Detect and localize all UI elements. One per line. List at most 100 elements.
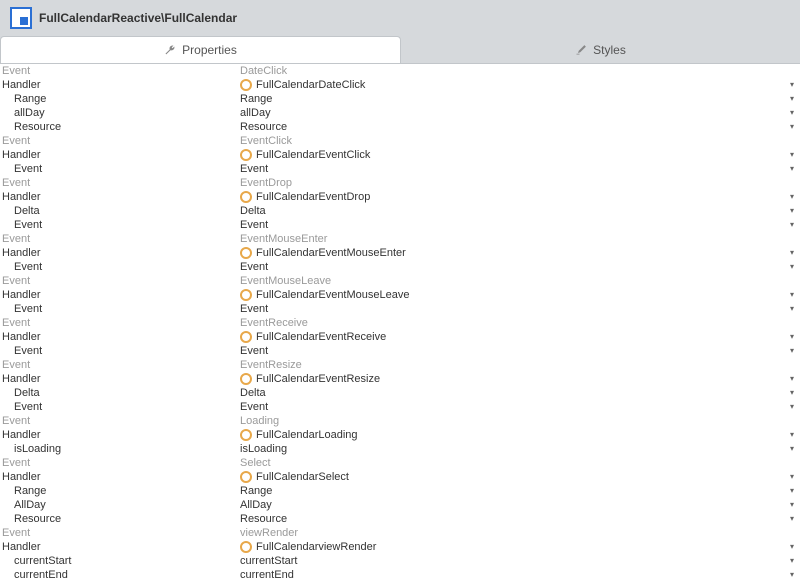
property-value[interactable]: EventClick [240,134,784,148]
property-row[interactable]: RangeRange▾ [0,484,800,498]
property-row[interactable]: HandlerFullCalendarviewRender▾ [0,540,800,554]
property-row[interactable]: EventEventMouseEnter [0,232,800,246]
property-value[interactable]: EventReceive [240,316,784,330]
property-row[interactable]: EventEvent▾ [0,302,800,316]
chevron-down-icon[interactable]: ▾ [784,512,800,526]
chevron-down-icon[interactable]: ▾ [784,78,800,92]
property-row[interactable]: EventSelect [0,456,800,470]
property-value[interactable]: EventMouseLeave [240,274,784,288]
chevron-down-icon[interactable]: ▾ [784,498,800,512]
chevron-down-icon[interactable]: ▾ [784,386,800,400]
property-row[interactable]: currentEndcurrentEnd▾ [0,568,800,582]
chevron-down-icon[interactable]: ▾ [784,540,800,554]
chevron-down-icon[interactable]: ▾ [784,330,800,344]
property-row[interactable]: EventEventResize [0,358,800,372]
property-row[interactable]: EventviewRender [0,526,800,540]
property-value[interactable]: FullCalendarEventResize [240,372,784,386]
property-row[interactable]: DeltaDelta▾ [0,204,800,218]
property-value[interactable]: EventDrop [240,176,784,190]
property-value[interactable]: currentEnd [240,568,784,582]
chevron-down-icon[interactable]: ▾ [784,92,800,106]
property-row[interactable]: AllDayAllDay▾ [0,498,800,512]
property-value[interactable]: EventResize [240,358,784,372]
property-value[interactable]: allDay [240,106,784,120]
property-value[interactable]: Event [240,400,784,414]
chevron-down-icon[interactable]: ▾ [784,218,800,232]
chevron-down-icon[interactable]: ▾ [784,470,800,484]
property-value[interactable]: Event [240,344,784,358]
property-value[interactable]: viewRender [240,526,784,540]
property-row[interactable]: EventEvent▾ [0,218,800,232]
chevron-down-icon[interactable]: ▾ [784,190,800,204]
chevron-down-icon[interactable]: ▾ [784,568,800,582]
chevron-down-icon[interactable]: ▾ [784,554,800,568]
property-row[interactable]: HandlerFullCalendarDateClick▾ [0,78,800,92]
chevron-down-icon[interactable]: ▾ [784,260,800,274]
chevron-down-icon[interactable]: ▾ [784,288,800,302]
property-value[interactable]: AllDay [240,498,784,512]
tab-styles[interactable]: Styles [401,36,800,63]
property-value[interactable]: Resource [240,512,784,526]
property-row[interactable]: allDayallDay▾ [0,106,800,120]
property-row[interactable]: currentStartcurrentStart▾ [0,554,800,568]
property-row[interactable]: HandlerFullCalendarEventMouseEnter▾ [0,246,800,260]
property-value[interactable]: FullCalendarviewRender [240,540,784,554]
property-row[interactable]: EventEvent▾ [0,260,800,274]
chevron-down-icon[interactable]: ▾ [784,106,800,120]
property-value[interactable]: Event [240,218,784,232]
property-row[interactable]: EventEventMouseLeave [0,274,800,288]
chevron-down-icon[interactable]: ▾ [784,400,800,414]
property-value[interactable]: FullCalendarLoading [240,428,784,442]
property-row[interactable]: HandlerFullCalendarEventDrop▾ [0,190,800,204]
chevron-down-icon[interactable]: ▾ [784,428,800,442]
property-row[interactable]: EventEvent▾ [0,400,800,414]
property-row[interactable]: ResourceResource▾ [0,512,800,526]
property-value[interactable]: FullCalendarEventMouseLeave [240,288,784,302]
property-row[interactable]: HandlerFullCalendarSelect▾ [0,470,800,484]
chevron-down-icon[interactable]: ▾ [784,442,800,456]
property-value[interactable]: FullCalendarEventMouseEnter [240,246,784,260]
property-value[interactable]: currentStart [240,554,784,568]
chevron-down-icon[interactable]: ▾ [784,484,800,498]
property-value[interactable]: Range [240,92,784,106]
property-row[interactable]: HandlerFullCalendarLoading▾ [0,428,800,442]
property-row[interactable]: ResourceResource▾ [0,120,800,134]
property-row[interactable]: EventEvent▾ [0,344,800,358]
property-value[interactable]: FullCalendarEventClick [240,148,784,162]
property-row[interactable]: EventEventClick [0,134,800,148]
property-row[interactable]: HandlerFullCalendarEventReceive▾ [0,330,800,344]
chevron-down-icon[interactable]: ▾ [784,120,800,134]
property-row[interactable]: DeltaDelta▾ [0,386,800,400]
property-value[interactable]: Event [240,260,784,274]
chevron-down-icon[interactable]: ▾ [784,204,800,218]
property-value[interactable]: FullCalendarDateClick [240,78,784,92]
property-row[interactable]: EventEventReceive [0,316,800,330]
property-value[interactable]: Range [240,484,784,498]
property-value[interactable]: FullCalendarEventDrop [240,190,784,204]
tab-properties[interactable]: Properties [0,36,401,63]
property-value[interactable]: Delta [240,386,784,400]
property-row[interactable]: RangeRange▾ [0,92,800,106]
property-value[interactable]: EventMouseEnter [240,232,784,246]
property-row[interactable]: HandlerFullCalendarEventResize▾ [0,372,800,386]
property-value[interactable]: Event [240,162,784,176]
property-row[interactable]: EventEvent▾ [0,162,800,176]
property-value[interactable]: Delta [240,204,784,218]
property-row[interactable]: EventEventDrop [0,176,800,190]
property-value[interactable]: FullCalendarEventReceive [240,330,784,344]
chevron-down-icon[interactable]: ▾ [784,148,800,162]
chevron-down-icon[interactable]: ▾ [784,162,800,176]
property-row[interactable]: isLoadingisLoading▾ [0,442,800,456]
property-value[interactable]: Select [240,456,784,470]
chevron-down-icon[interactable]: ▾ [784,344,800,358]
chevron-down-icon[interactable]: ▾ [784,246,800,260]
property-value[interactable]: Loading [240,414,784,428]
property-row[interactable]: EventLoading [0,414,800,428]
property-row[interactable]: EventDateClick [0,64,800,78]
property-row[interactable]: HandlerFullCalendarEventMouseLeave▾ [0,288,800,302]
property-value[interactable]: DateClick [240,64,784,78]
property-value[interactable]: isLoading [240,442,784,456]
property-value[interactable]: Resource [240,120,784,134]
property-row[interactable]: HandlerFullCalendarEventClick▾ [0,148,800,162]
property-value[interactable]: Event [240,302,784,316]
